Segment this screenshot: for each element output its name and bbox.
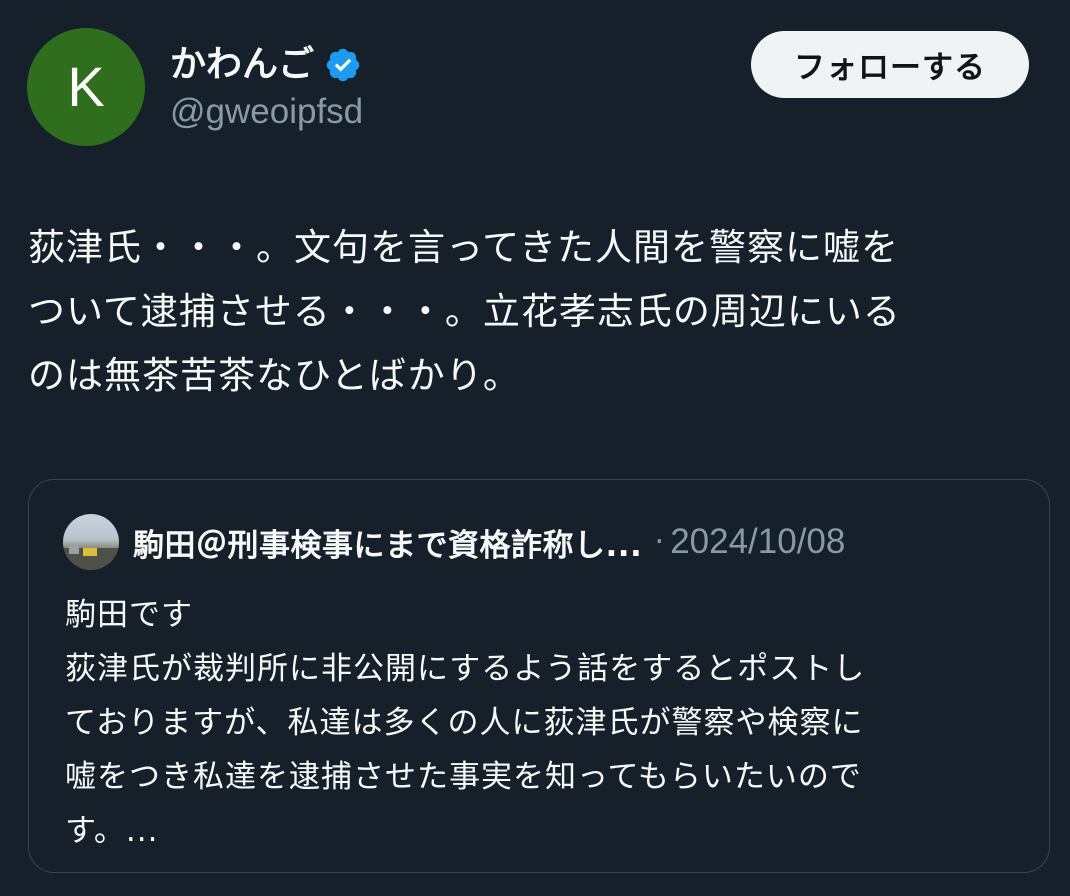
quoted-body-line: す。...	[65, 813, 159, 849]
quoted-header-separator: ·	[654, 524, 665, 560]
quoted-body-line: 駒田です	[65, 597, 193, 633]
tweet-card: K かわんご @gweoipfsd フォローする 荻津氏・・・。文句を言ってきた…	[0, 0, 1070, 896]
tweet-text: 荻津氏・・・。文句を言ってきた人間を警察に嘘を ついて逮捕させる・・・。立花孝志…	[28, 216, 1038, 408]
quoted-tweet-header: 駒田＠刑事検事にまで資格詐称し... · 2024/10/08	[63, 513, 845, 571]
quoted-tweet-body: 駒田です 荻津氏が裁判所に非公開にするよう話をするとポストし ておりますが、私達…	[65, 588, 1025, 858]
quoted-author-name: 駒田＠刑事検事にまで資格詐称し...	[133, 527, 643, 564]
follow-button-label: フォローする	[794, 50, 986, 86]
author-name-row: かわんご	[170, 40, 362, 90]
author-display-name[interactable]: かわんご	[170, 47, 314, 83]
quoted-tweet-date: 2024/10/08	[670, 522, 846, 561]
author-avatar[interactable]: K	[27, 28, 145, 146]
tweet-text-line: ついて逮捕させる・・・。立花孝志氏の周辺にいる	[28, 290, 901, 333]
quoted-body-line: 嘘をつき私達を逮捕させた事実を知ってもらいたいので	[65, 759, 862, 795]
follow-button[interactable]: フォローする	[751, 31, 1029, 98]
avatar-letter: K	[67, 55, 105, 118]
author-handle[interactable]: @gweoipfsd	[170, 90, 363, 134]
quoted-body-line: ておりますが、私達は多くの人に荻津氏が警察や検察に	[65, 705, 864, 741]
quoted-author-avatar	[63, 514, 119, 570]
quoted-body-line: 荻津氏が裁判所に非公開にするよう話をするとポストし	[65, 651, 866, 687]
tweet-text-line: 荻津氏・・・。文句を言ってきた人間を警察に嘘を	[28, 226, 900, 269]
tweet-text-line: のは無茶苦茶なひとばかり。	[28, 354, 521, 397]
verified-badge-icon	[324, 46, 362, 84]
quoted-tweet-card[interactable]: 駒田＠刑事検事にまで資格詐称し... · 2024/10/08 駒田です 荻津氏…	[28, 479, 1050, 873]
